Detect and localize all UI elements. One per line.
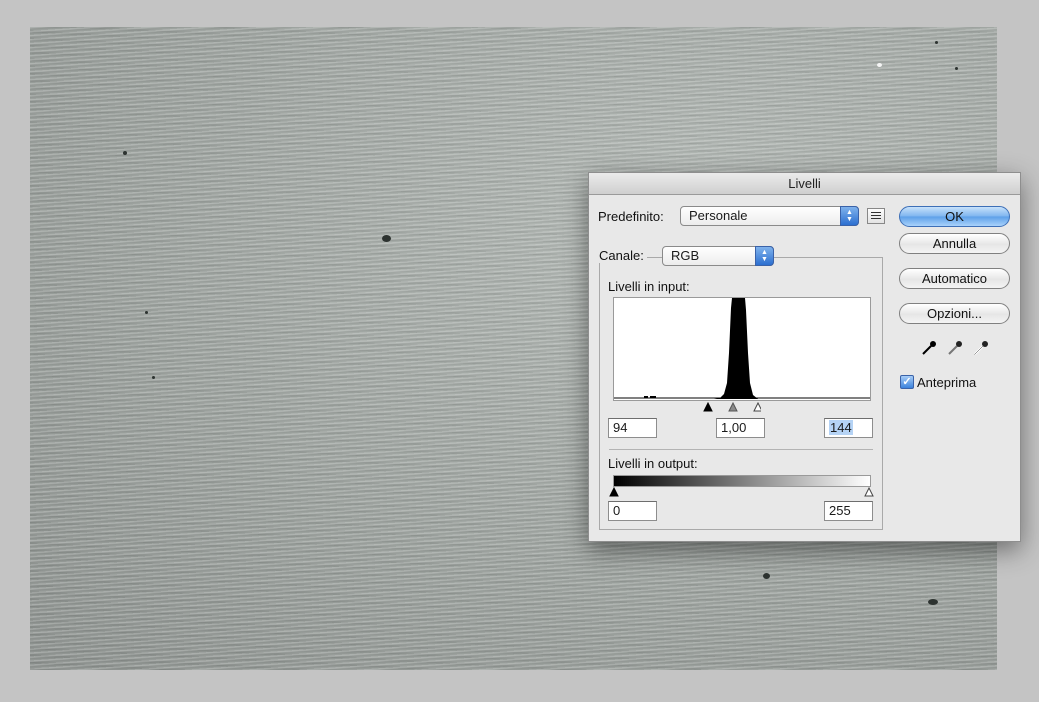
input-white-field[interactable]: 144	[824, 418, 873, 438]
preset-select[interactable]: Personale ▲ ▼	[680, 206, 859, 226]
input-black-slider[interactable]	[703, 402, 713, 412]
preview-label: Anteprima	[917, 375, 977, 390]
output-white-slider[interactable]	[864, 487, 874, 497]
black-eyedropper-icon[interactable]	[921, 340, 937, 356]
select-arrows-icon: ▲ ▼	[840, 206, 859, 226]
output-gradient	[613, 475, 871, 487]
white-eyedropper-icon[interactable]	[973, 340, 989, 356]
auto-button[interactable]: Automatico	[899, 268, 1010, 289]
output-levels-label: Livelli in output:	[608, 456, 698, 471]
ok-button[interactable]: OK	[899, 206, 1010, 227]
preset-label: Predefinito:	[598, 209, 664, 224]
input-white-value: 144	[829, 420, 853, 435]
canvas-speck	[955, 67, 958, 70]
input-gamma-slider[interactable]	[728, 402, 738, 412]
preset-value: Personale	[689, 208, 748, 223]
channel-select[interactable]: RGB ▲ ▼	[662, 246, 774, 266]
canvas-speck	[145, 311, 148, 314]
canvas-speck	[763, 573, 770, 579]
output-black-field[interactable]: 0	[608, 501, 657, 521]
histogram	[613, 297, 871, 401]
output-white-field[interactable]: 255	[824, 501, 873, 521]
channel-value: RGB	[671, 248, 700, 263]
output-black-slider[interactable]	[609, 487, 619, 497]
cancel-button[interactable]: Annulla	[899, 233, 1010, 254]
input-gamma-field[interactable]: 1,00	[716, 418, 765, 438]
gray-eyedropper-icon[interactable]	[947, 340, 963, 356]
dialog-title: Livelli	[589, 173, 1020, 195]
canvas-speck	[123, 151, 127, 155]
canvas-speck	[152, 376, 155, 379]
input-white-slider[interactable]	[753, 402, 761, 412]
histogram-graph	[614, 298, 870, 399]
select-arrows-icon: ▲ ▼	[755, 246, 774, 266]
preset-menu-icon[interactable]	[867, 208, 885, 224]
canvas-speck	[382, 235, 391, 242]
options-button[interactable]: Opzioni...	[899, 303, 1010, 324]
preview-checkbox[interactable]: ✓	[900, 375, 914, 389]
input-black-field[interactable]: 94	[608, 418, 657, 438]
section-divider	[609, 449, 873, 450]
canvas-speck	[928, 599, 938, 605]
canvas-speck	[877, 63, 882, 67]
input-sliders[interactable]	[701, 402, 761, 412]
levels-dialog: Livelli Predefinito: Personale ▲ ▼ Canale…	[588, 172, 1021, 542]
canvas-speck	[935, 41, 938, 44]
output-sliders[interactable]	[609, 487, 879, 497]
input-levels-label: Livelli in input:	[608, 279, 690, 294]
channel-label: Canale:	[596, 248, 647, 263]
